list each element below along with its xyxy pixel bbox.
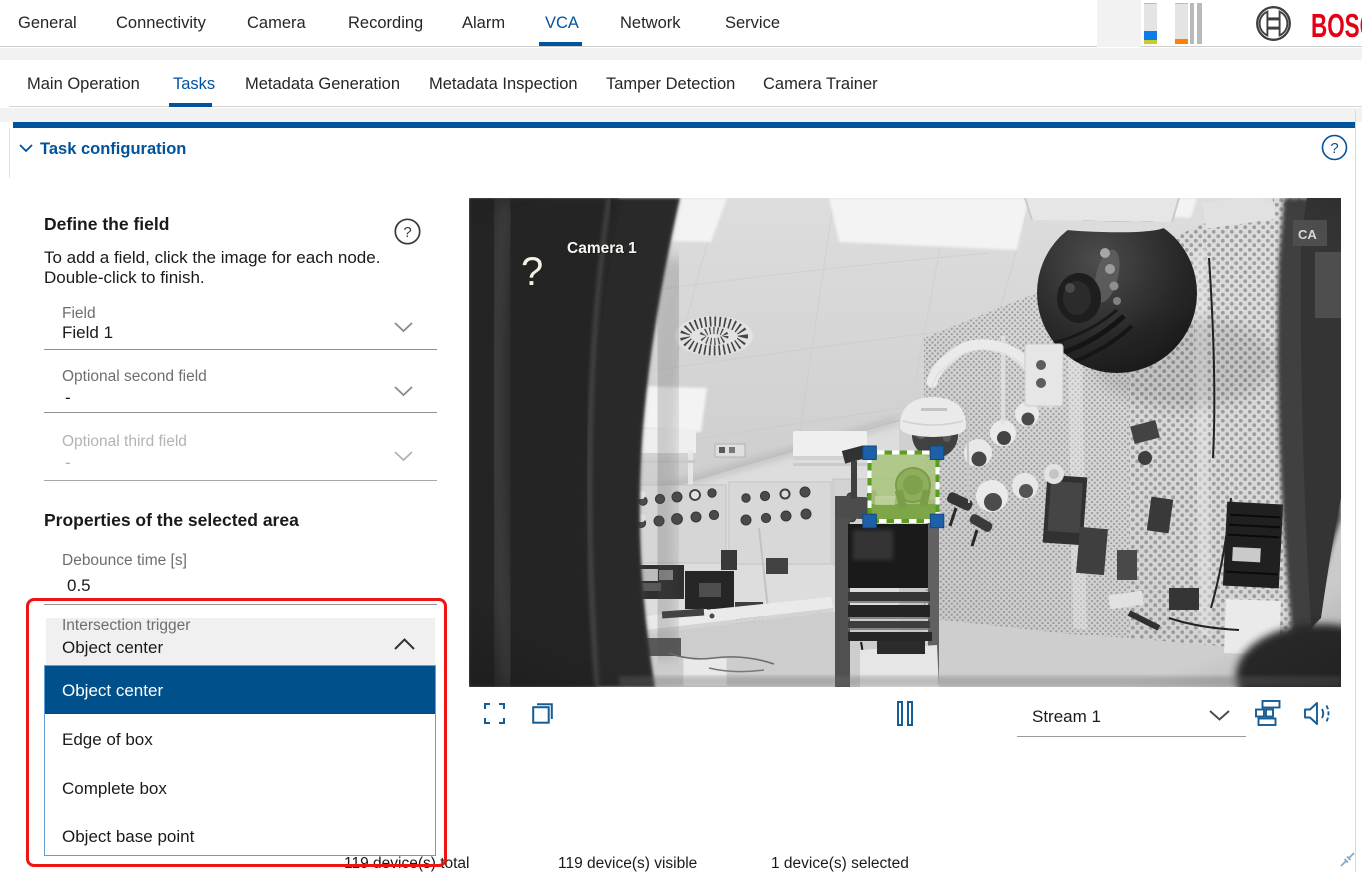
- svg-text:?: ?: [403, 224, 411, 241]
- svg-text:?: ?: [1330, 140, 1338, 157]
